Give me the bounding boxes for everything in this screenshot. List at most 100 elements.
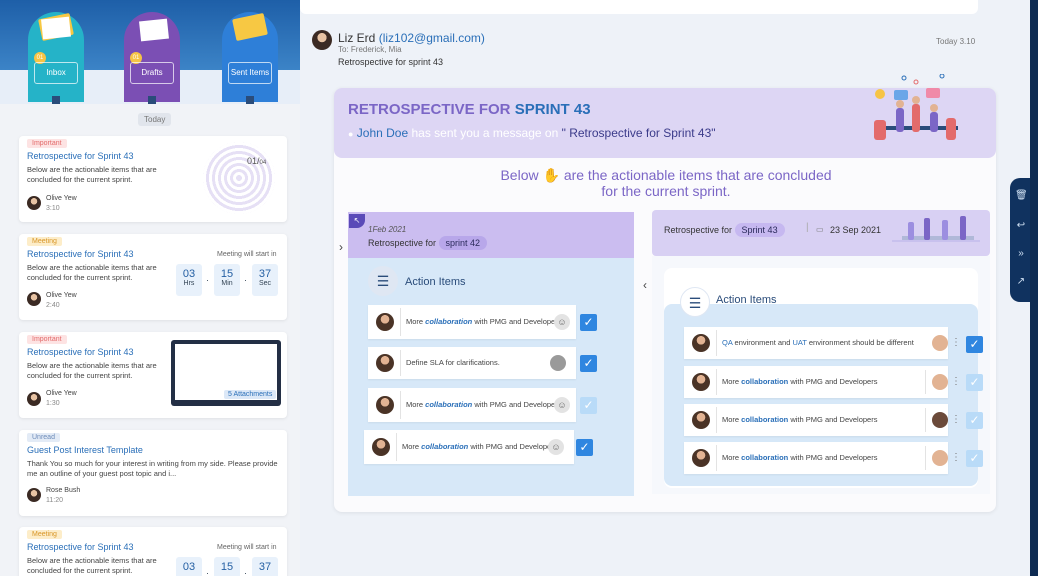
email-recipients: To: Frederick, Mia bbox=[338, 45, 402, 54]
tag-badge: Important bbox=[27, 335, 67, 344]
chevron-right-icon[interactable]: › bbox=[339, 240, 343, 254]
mail-title: Guest Post Interest Template bbox=[27, 445, 143, 455]
sender-email[interactable]: (liz102@gmail.com) bbox=[379, 31, 485, 45]
reply-icon[interactable]: ↩ bbox=[1015, 220, 1027, 232]
email-subject: Retrospective for sprint 43 bbox=[338, 57, 444, 67]
mentioned-user-avatar bbox=[550, 355, 566, 371]
avatar bbox=[27, 392, 41, 406]
mail-time: 2:40 bbox=[46, 302, 60, 309]
chevron-left-icon[interactable]: ‹ bbox=[643, 278, 647, 292]
mail-card[interactable]: Important Retrospective for Sprint 43 Be… bbox=[19, 136, 287, 222]
inbox-label: Inbox bbox=[34, 62, 78, 84]
more-options-icon[interactable]: ⋮ bbox=[951, 376, 961, 387]
action-item-checkbox[interactable]: ✓ bbox=[580, 314, 597, 331]
avatar bbox=[376, 354, 394, 372]
action-item-text: More collaboration with PMG and Develope… bbox=[722, 453, 878, 462]
banner-subtitle: ● John Doe has sent you a message on " R… bbox=[348, 126, 716, 140]
mail-preview: Below are the actionable items that are … bbox=[27, 165, 157, 184]
sender-avatar bbox=[312, 30, 332, 50]
sent-mailbox[interactable]: Sent Items bbox=[222, 12, 278, 104]
countdown-hours: 03 bbox=[176, 557, 202, 576]
action-item-checkbox[interactable]: ✓ bbox=[580, 355, 597, 372]
mentioned-user-avatar: ☺ bbox=[548, 439, 564, 455]
action-item-text: More collaboration with PMG and Develope… bbox=[406, 400, 562, 409]
mentioned-user-avatar bbox=[932, 412, 948, 428]
action-item-text: More collaboration with PMG and Develope… bbox=[722, 377, 878, 386]
tag-badge: Important bbox=[27, 139, 67, 148]
sender-name: Olive Yew bbox=[46, 195, 77, 202]
action-item[interactable]: More collaboration with PMG and Develope… bbox=[368, 305, 576, 339]
trash-icon[interactable]: 🗑 bbox=[1015, 190, 1028, 202]
mail-time: 3:10 bbox=[46, 205, 60, 212]
sent-label: Sent Items bbox=[228, 62, 272, 84]
checklist-icon: ☰ bbox=[680, 287, 710, 317]
meeting-label: Meeting will start in bbox=[217, 544, 277, 551]
tag-badge: Unread bbox=[27, 433, 60, 442]
avatar bbox=[376, 313, 394, 331]
action-item[interactable]: More collaboration with PMG and Develope… bbox=[684, 366, 948, 398]
mail-title: Retrospective for Sprint 43 bbox=[27, 249, 134, 259]
countdown-seconds: 37 bbox=[252, 557, 278, 576]
share-icon[interactable]: ↗ bbox=[1015, 276, 1027, 288]
action-item-checkbox[interactable]: ✓ bbox=[966, 412, 983, 429]
countdown-minutes: 15 bbox=[214, 557, 240, 576]
avatar bbox=[692, 334, 710, 352]
avatar bbox=[27, 196, 41, 210]
mail-card[interactable]: Meeting Retrospective for Sprint 43 Belo… bbox=[19, 234, 287, 320]
action-item[interactable]: More collaboration with PMG and Develope… bbox=[684, 404, 948, 436]
avatar bbox=[27, 292, 41, 306]
action-item-checkbox[interactable]: ✓ bbox=[580, 397, 597, 414]
sender-name: Olive Yew bbox=[46, 292, 77, 299]
action-item-checkbox[interactable]: ✓ bbox=[576, 439, 593, 456]
more-options-icon[interactable]: ⋮ bbox=[951, 452, 961, 463]
mentioned-user-avatar bbox=[932, 335, 948, 351]
avatar bbox=[692, 449, 710, 467]
countdown-seconds: 37 Sec bbox=[252, 264, 278, 296]
action-item[interactable]: More collaboration with PMG and Develope… bbox=[364, 430, 574, 464]
mail-title: Retrospective for Sprint 43 bbox=[27, 347, 134, 357]
action-item-text: More collaboration with PMG and Develope… bbox=[406, 317, 562, 326]
avatar bbox=[372, 438, 390, 456]
sprint42-header bbox=[348, 212, 634, 258]
sprint43-title: Retrospective for Sprint 43 bbox=[664, 223, 785, 237]
mail-preview: Below are the actionable items that are … bbox=[27, 361, 157, 380]
more-options-icon[interactable]: ⋮ bbox=[951, 414, 961, 425]
action-items-heading: Action Items bbox=[716, 294, 777, 306]
drafts-mailbox[interactable]: 01 Drafts bbox=[124, 12, 180, 104]
avatar bbox=[692, 411, 710, 429]
avatar bbox=[692, 373, 710, 391]
tag-badge: Meeting bbox=[27, 237, 62, 246]
avatar bbox=[376, 396, 394, 414]
tag-badge: Meeting bbox=[27, 530, 62, 539]
action-item-checkbox[interactable]: ✓ bbox=[966, 450, 983, 467]
attachments-badge[interactable]: 5 Attachments bbox=[224, 390, 277, 399]
progress-rings bbox=[203, 142, 275, 214]
sender-name: Liz Erd bbox=[338, 31, 376, 45]
more-options-icon[interactable]: ⋮ bbox=[951, 337, 961, 348]
mail-card[interactable]: Unread Guest Post Interest Template Than… bbox=[19, 430, 287, 516]
action-item[interactable]: QA environment and UAT environment shoul… bbox=[684, 327, 948, 359]
sprint-pill: Sprint 43 bbox=[734, 223, 785, 237]
mailbox-header: 01 Inbox 01 Drafts Sent Items bbox=[0, 0, 300, 104]
meeting-label: Meeting will start in bbox=[217, 251, 277, 258]
mail-sidebar: 01 Inbox 01 Drafts Sent Items Today Impo… bbox=[0, 0, 300, 576]
action-item-text: Define SLA for clarifications. bbox=[406, 358, 500, 367]
progress-count: 01/04 bbox=[247, 156, 267, 166]
window-edge bbox=[1030, 0, 1038, 576]
team-illustration-icon bbox=[874, 74, 958, 140]
mail-preview: Below are the actionable items that are … bbox=[27, 263, 157, 282]
action-item[interactable]: Define SLA for clarifications. bbox=[368, 347, 576, 379]
mail-preview: Thank You so much for your interest in w… bbox=[27, 459, 278, 478]
action-item[interactable]: More collaboration with PMG and Develope… bbox=[368, 388, 576, 422]
mentioned-user-avatar bbox=[932, 374, 948, 390]
forward-icon[interactable]: » bbox=[1015, 248, 1027, 260]
intro-text: Below ✋ are the actionable items that ar… bbox=[500, 167, 832, 199]
mail-card[interactable]: Important Retrospective for Sprint 43 Be… bbox=[19, 332, 287, 418]
action-item-checkbox[interactable]: ✓ bbox=[966, 336, 983, 353]
inbox-mailbox[interactable]: 01 Inbox bbox=[28, 12, 84, 104]
action-item[interactable]: More collaboration with PMG and Develope… bbox=[684, 442, 948, 474]
countdown-hours: 03 Hrs bbox=[176, 264, 202, 296]
calendar-icon: ▭ bbox=[816, 225, 824, 234]
mail-card[interactable]: Meeting Retrospective for Sprint 43 Belo… bbox=[19, 527, 287, 576]
action-item-checkbox[interactable]: ✓ bbox=[966, 374, 983, 391]
